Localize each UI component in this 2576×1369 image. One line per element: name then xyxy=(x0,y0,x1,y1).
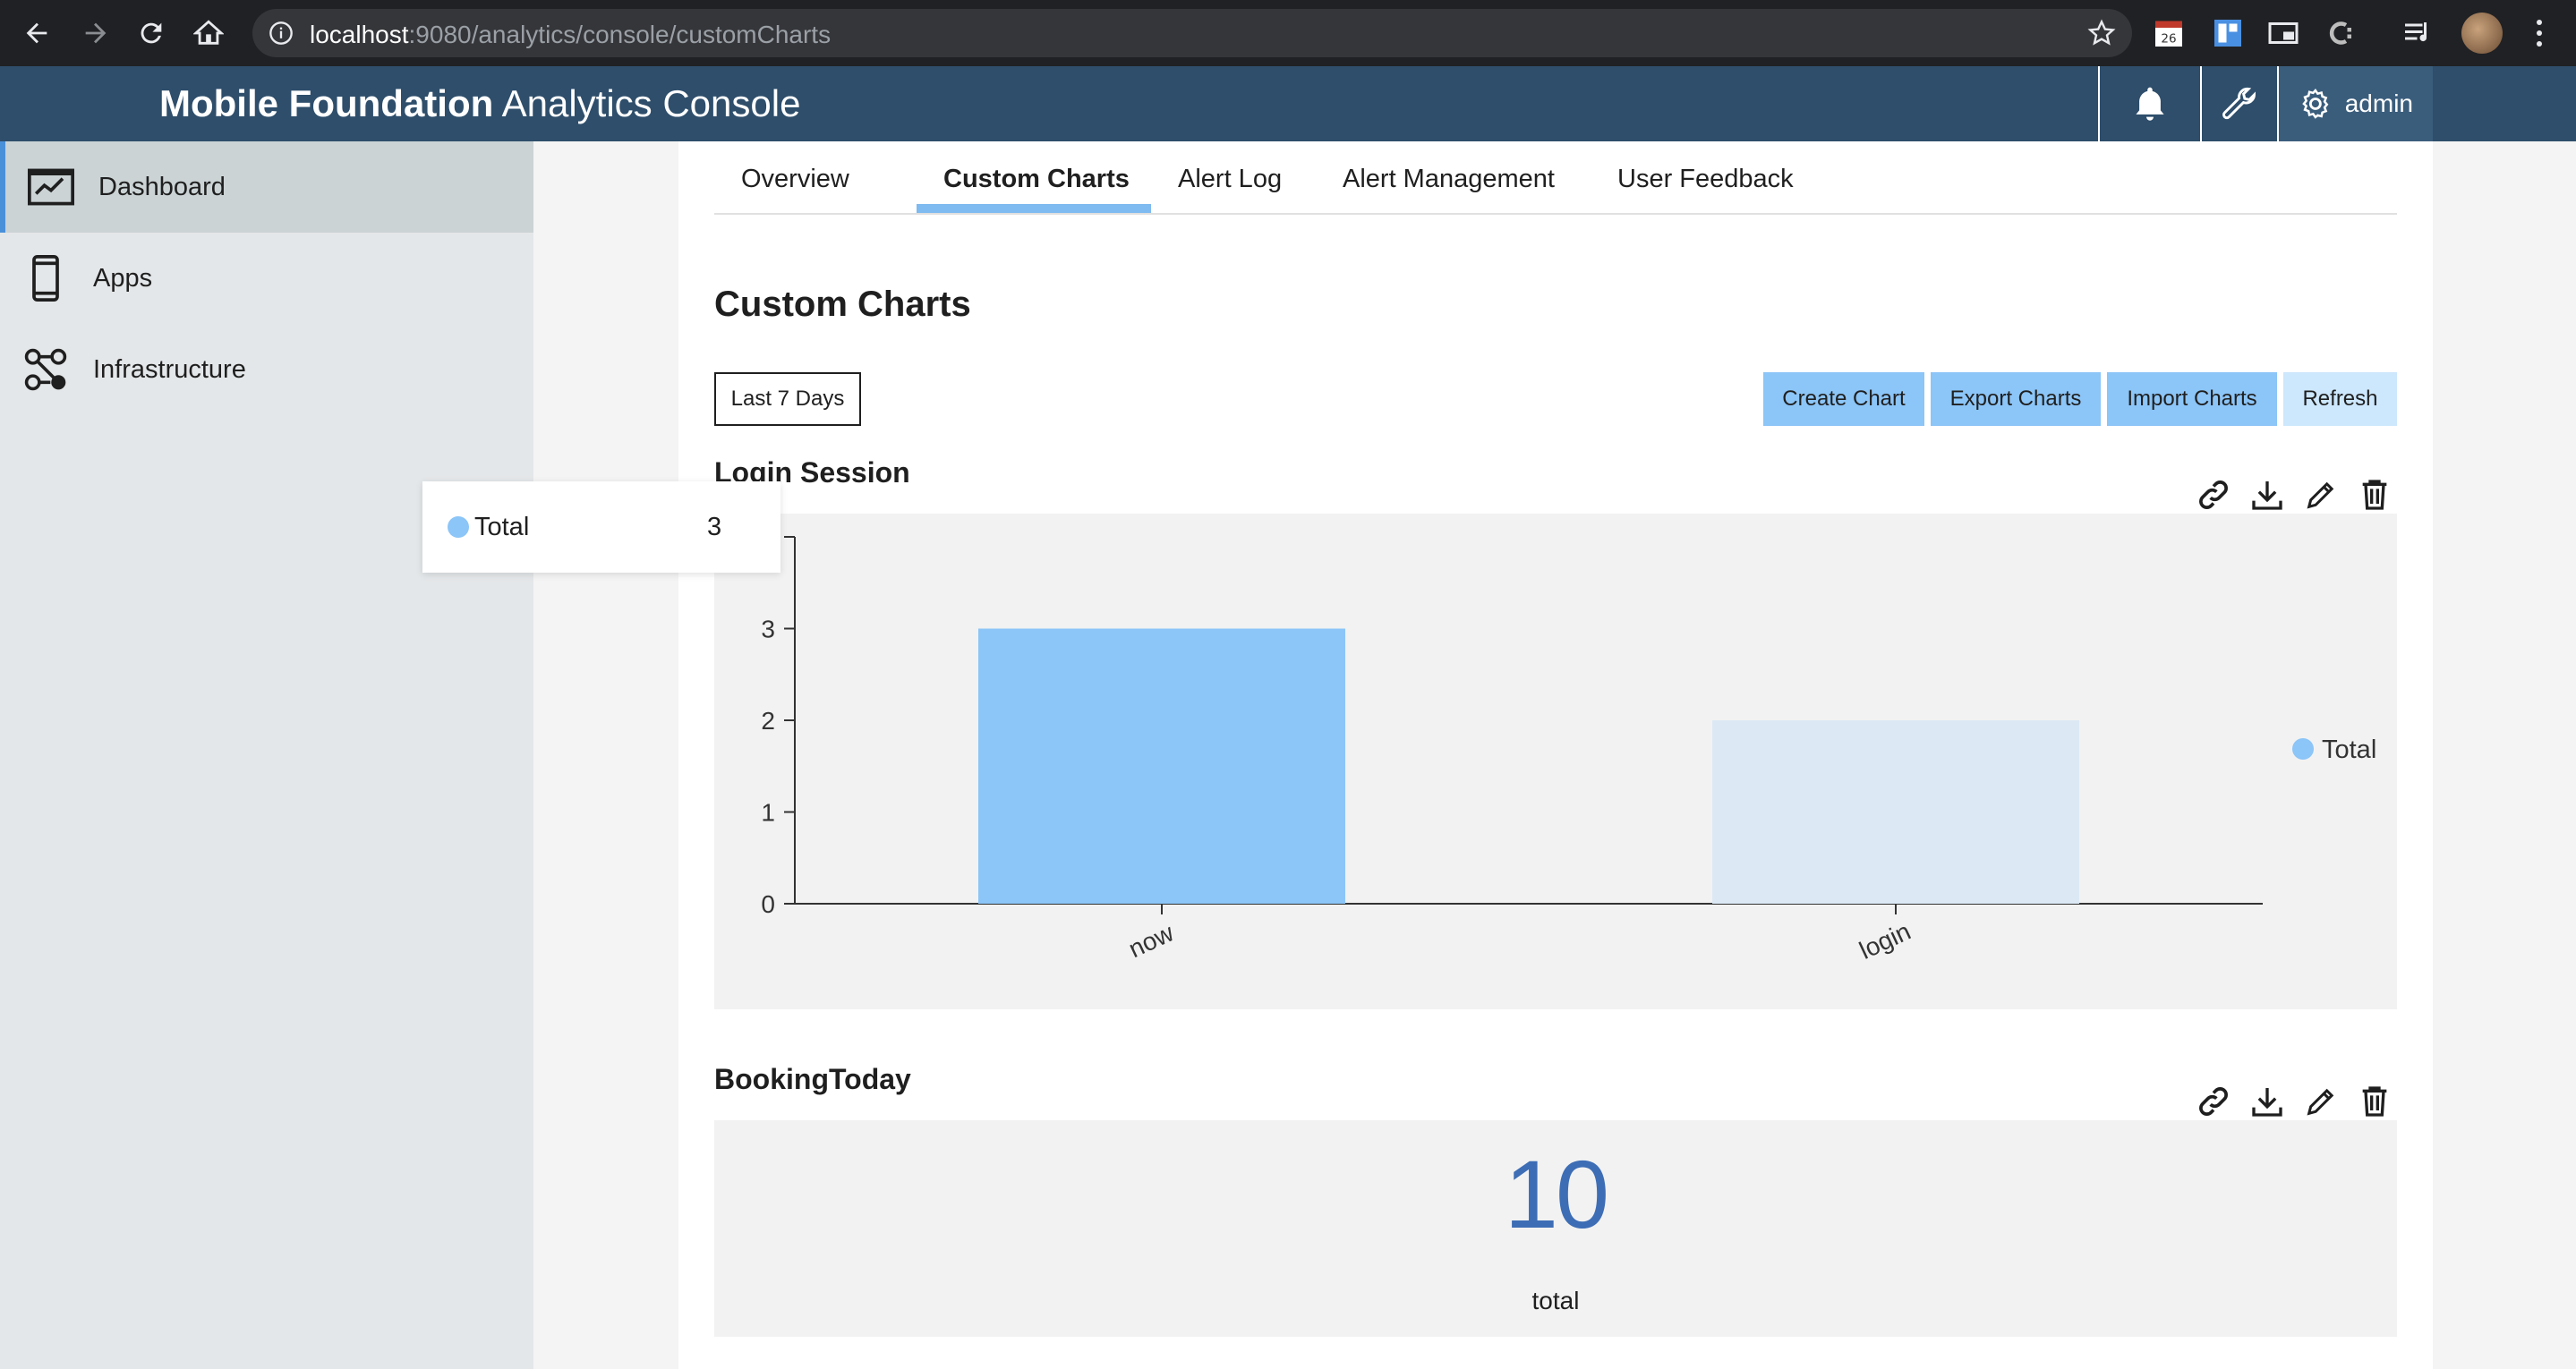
tab-manager-extension-icon[interactable] xyxy=(2211,16,2245,50)
right-gutter xyxy=(2433,141,2576,1369)
metric-value: 10 xyxy=(1504,1140,1609,1248)
tooltip-series-value: 3 xyxy=(707,513,722,541)
bell-icon xyxy=(2136,87,2164,121)
network-nodes-icon xyxy=(21,345,70,394)
edit-pencil-icon[interactable] xyxy=(2302,1081,2340,1122)
trash-icon[interactable] xyxy=(2356,1081,2393,1122)
page-title: Custom Charts xyxy=(714,285,971,324)
sidebar-item-dashboard[interactable]: Dashboard xyxy=(0,141,533,233)
admin-username: admin xyxy=(2344,89,2413,117)
tab-alert-management[interactable]: Alert Management xyxy=(1343,165,1555,194)
metric-label: total xyxy=(1531,1287,1580,1314)
browser-toolbar: localhost:9080/analytics/console/customC… xyxy=(0,0,2576,66)
tab-user-feedback[interactable]: User Feedback xyxy=(1617,165,1794,194)
link-icon[interactable] xyxy=(2195,1081,2232,1122)
tab-alert-log[interactable]: Alert Log xyxy=(1178,165,1282,194)
bookmark-star-icon[interactable] xyxy=(2087,19,2116,47)
tab-overview[interactable]: Overview xyxy=(741,165,849,194)
refresh-button[interactable]: Refresh xyxy=(2283,372,2397,426)
media-queue-icon[interactable] xyxy=(2401,16,2435,50)
x-tick-label: login xyxy=(1855,917,1915,965)
chart-actions-login-session xyxy=(2195,474,2393,519)
wrench-icon xyxy=(2222,87,2256,120)
back-arrow-icon xyxy=(26,22,47,44)
tab-bar: Overview Custom Charts Alert Log Alert M… xyxy=(714,141,2397,215)
date-range-button[interactable]: Last 7 Days xyxy=(714,372,861,426)
url-text: localhost:9080/analytics/console/customC… xyxy=(310,21,832,48)
back-button[interactable] xyxy=(16,13,57,54)
browser-menu-icon[interactable] xyxy=(2526,16,2553,50)
reload-button[interactable] xyxy=(131,13,172,54)
y-tick-label: 3 xyxy=(761,616,775,643)
coupon-extension-icon[interactable] xyxy=(2324,16,2358,50)
mobile-phone-icon xyxy=(21,254,70,302)
sidebar-item-infrastructure[interactable]: Infrastructure xyxy=(0,324,533,415)
import-charts-button[interactable]: Import Charts xyxy=(2107,372,2277,426)
export-charts-button[interactable]: Export Charts xyxy=(1931,372,2101,426)
y-tick-label: 2 xyxy=(761,707,775,735)
profile-avatar[interactable] xyxy=(2461,13,2503,54)
svg-text:26: 26 xyxy=(2161,32,2176,47)
site-info-icon[interactable] xyxy=(269,21,294,46)
admin-menu-button[interactable]: admin xyxy=(2277,66,2433,141)
x-tick-label: now xyxy=(1124,918,1178,963)
chart-login-session: 0 1 2 3 now login Total xyxy=(714,514,2397,1009)
tooltip-series-name: Total xyxy=(474,513,530,541)
chart-tooltip: Total 3 xyxy=(422,481,780,573)
tab-custom-charts[interactable]: Custom Charts xyxy=(943,165,1130,194)
active-tab-indicator xyxy=(917,204,1151,213)
trash-icon[interactable] xyxy=(2356,474,2393,515)
sidebar-item-label: Infrastructure xyxy=(93,354,246,384)
y-tick-label: 0 xyxy=(761,890,775,918)
legend-label: Total xyxy=(2322,736,2376,764)
tooltip-series-dot xyxy=(448,516,469,538)
bar-chart-svg: 0 1 2 3 now login Total xyxy=(761,536,2376,965)
edit-pencil-icon[interactable] xyxy=(2302,474,2340,515)
legend-dot xyxy=(2292,738,2314,760)
create-chart-button[interactable]: Create Chart xyxy=(1763,372,1924,426)
sidebar-item-label: Dashboard xyxy=(98,172,226,201)
home-icon xyxy=(193,20,224,45)
notifications-button[interactable] xyxy=(2098,66,2200,141)
chart-actions-booking-today xyxy=(2195,1081,2393,1126)
chart-title-booking-today: BookingToday xyxy=(714,1063,911,1095)
sidebar-item-apps[interactable]: Apps xyxy=(0,233,533,324)
main-content: Overview Custom Charts Alert Log Alert M… xyxy=(678,141,2433,1369)
app-header: Mobile Foundation Analytics Console admi… xyxy=(0,66,2576,141)
sidebar-item-label: Apps xyxy=(93,263,153,293)
download-icon[interactable] xyxy=(2248,474,2286,515)
metric-booking-today: 10 total xyxy=(714,1120,2397,1337)
forward-arrow-icon xyxy=(85,22,107,44)
reload-icon xyxy=(141,22,162,44)
bar-login xyxy=(1712,720,2079,904)
picture-in-picture-icon[interactable] xyxy=(2266,16,2300,50)
link-icon[interactable] xyxy=(2195,474,2232,515)
forward-button[interactable] xyxy=(75,13,116,54)
bar-now xyxy=(978,628,1345,904)
calendar-extension-icon[interactable]: 26 xyxy=(2152,16,2186,50)
address-bar[interactable]: localhost:9080/analytics/console/customC… xyxy=(252,9,2132,57)
sidebar: Dashboard Apps Infrastructure xyxy=(0,141,533,1369)
dashboard-icon xyxy=(27,163,75,211)
app-title: Mobile Foundation Analytics Console xyxy=(159,82,801,124)
y-tick-label: 1 xyxy=(761,799,775,827)
gear-icon xyxy=(2302,89,2329,119)
tools-button[interactable] xyxy=(2200,66,2277,141)
download-icon[interactable] xyxy=(2248,1081,2286,1122)
home-button[interactable] xyxy=(188,13,229,54)
